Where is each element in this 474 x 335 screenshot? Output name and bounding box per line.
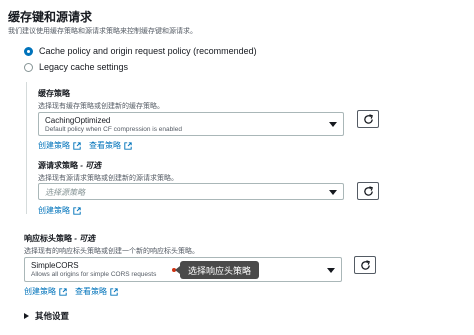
cache-policy-select[interactable]: CachingOptimized Default policy when CF … <box>38 112 344 136</box>
tooltip: 选择响应头策略 <box>174 261 260 279</box>
selected-policy-description: Allows all origins for simple CORS reque… <box>31 271 157 278</box>
refresh-button[interactable] <box>357 110 379 128</box>
refresh-icon <box>360 259 370 270</box>
cache-policy-label: 缓存策略 <box>38 89 70 98</box>
radio-unselected-icon[interactable] <box>24 62 33 72</box>
section-description: 我们建议使用缓存策略和源请求策略来控制缓存键和源请求。 <box>8 28 197 35</box>
selected-policy-description: Default policy when CF compression is en… <box>45 126 182 133</box>
refresh-icon <box>363 113 373 124</box>
origin-policy-links: 创建策略 <box>38 205 81 216</box>
create-policy-link[interactable]: 创建策略 <box>24 286 67 297</box>
caret-down-icon <box>329 122 337 127</box>
response-policy-label: 响应标头策略 <box>24 234 72 243</box>
view-policy-link[interactable]: 查看策略 <box>75 286 118 297</box>
option-group-line <box>26 82 27 214</box>
other-settings-label: 其他设置 <box>35 311 70 321</box>
selected-policy-name: SimpleCORS <box>31 261 79 270</box>
create-policy-link[interactable]: 创建策略 <box>38 140 81 151</box>
origin-policy-select[interactable]: 选择源策略 <box>38 183 344 200</box>
response-policy-help: 选择现有的响应标头策略或创建一个新的响应标头策略。 <box>24 248 199 255</box>
cache-policy-links: 创建策略 查看策略 <box>38 140 132 151</box>
radio-option-recommended[interactable]: Cache policy and origin request policy (… <box>24 46 257 56</box>
selected-policy-name: CachingOptimized <box>45 116 111 125</box>
optional-tag: - 可选 <box>78 161 102 170</box>
section-title: 缓存键和源请求 <box>8 10 93 24</box>
origin-policy-help: 选择现有源请求策略或创建新的源请求策略。 <box>38 175 178 182</box>
origin-policy-placeholder: 选择源策略 <box>45 188 85 197</box>
optional-tag: - 可选 <box>72 234 96 243</box>
caret-down-icon <box>327 268 335 273</box>
refresh-button[interactable] <box>354 256 376 274</box>
response-policy-links: 创建策略 查看策略 <box>24 286 118 297</box>
view-policy-link[interactable]: 查看策略 <box>89 140 132 151</box>
create-policy-link[interactable]: 创建策略 <box>38 205 81 216</box>
external-link-icon <box>73 206 81 215</box>
origin-policy-label: 源请求策略 <box>38 161 78 170</box>
radio-option-label: Legacy cache settings <box>39 62 129 72</box>
caret-down-icon <box>329 190 337 195</box>
refresh-icon <box>363 185 373 196</box>
external-link-icon <box>124 141 132 150</box>
external-link-icon <box>73 141 81 150</box>
radio-selected-icon[interactable] <box>24 46 33 56</box>
response-policy-field: 响应标头策略 - 可选 选择现有的响应标头策略或创建一个新的响应标头策略。 <box>24 233 199 256</box>
radio-option-label: Cache policy and origin request policy (… <box>39 46 257 56</box>
external-link-icon <box>110 287 118 296</box>
other-settings-expander[interactable]: 其他设置 <box>24 310 69 322</box>
refresh-button[interactable] <box>357 182 379 200</box>
external-link-icon <box>59 287 67 296</box>
origin-policy-field: 源请求策略 - 可选 选择现有源请求策略或创建新的源请求策略。 <box>38 160 178 183</box>
cache-policy-field: 缓存策略 选择现有缓存策略或创建新的缓存策略。 <box>38 88 164 111</box>
cache-policy-help: 选择现有缓存策略或创建新的缓存策略。 <box>38 103 164 110</box>
radio-option-legacy[interactable]: Legacy cache settings <box>24 62 128 72</box>
caret-right-icon <box>24 313 29 319</box>
